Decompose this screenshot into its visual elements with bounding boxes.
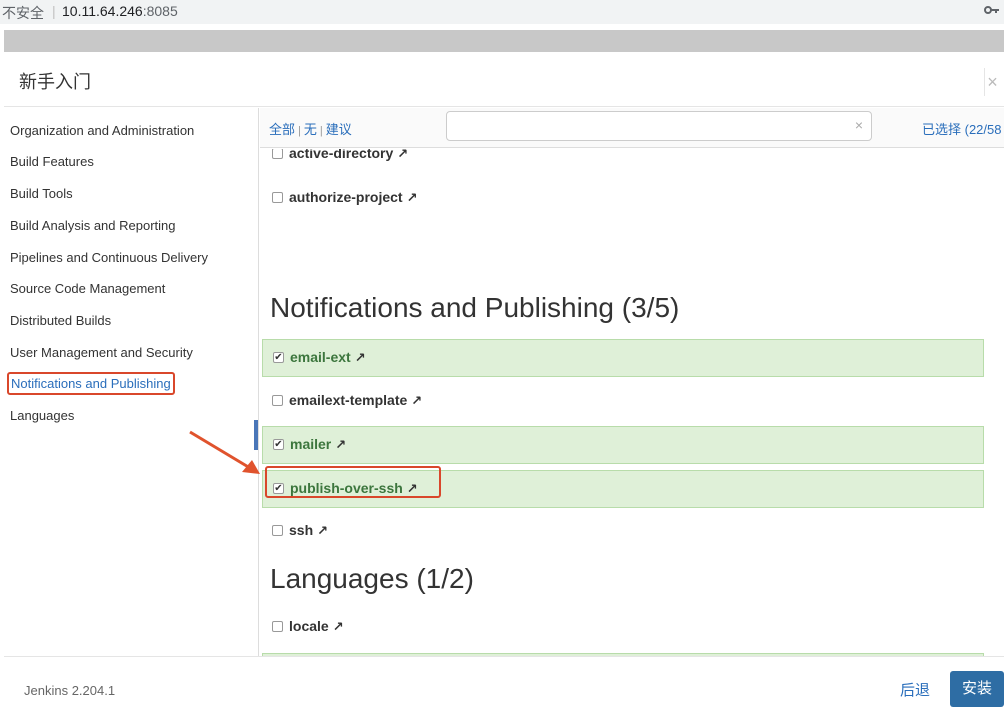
plugin-row[interactable]: authorize-project ↗ (262, 180, 984, 218)
plugin-checkbox[interactable] (272, 621, 283, 632)
link-divider: | (319, 125, 323, 137)
plugin-row-selected[interactable]: ✔ mailer ↗ (262, 426, 984, 464)
plugin-row[interactable]: emailext-template ↗ (262, 383, 984, 421)
annotation-highlight-box (265, 466, 441, 498)
plugin-row-selected[interactable]: ✔ email-ext ↗ (262, 339, 984, 377)
sidebar-item-notifications[interactable]: Notifications and Publishing (7, 372, 175, 395)
plugin-search-input[interactable]: × (446, 111, 872, 141)
jenkins-version: Jenkins 2.204.1 (24, 683, 116, 698)
plugin-name[interactable]: email-ext ↗ (290, 349, 366, 366)
category-sidebar: Organization and Administration Build Fe… (4, 108, 259, 656)
plugin-checkbox-checked[interactable]: ✔ (273, 352, 284, 363)
external-link-icon[interactable]: ↗ (407, 190, 418, 205)
plugin-checkbox[interactable] (272, 525, 283, 536)
external-link-icon[interactable]: ↗ (355, 350, 366, 365)
sidebar-item-build-features[interactable]: Build Features (10, 154, 94, 169)
dialog-footer: Jenkins 2.204.1 后退 安装 (4, 656, 1004, 720)
external-link-icon[interactable]: ↗ (411, 393, 422, 408)
plugin-name[interactable]: authorize-project ↗ (289, 189, 417, 206)
plugin-checkbox[interactable] (272, 149, 283, 159)
plugin-list[interactable]: active-directory ↗ authorize-project ↗ Not… (260, 149, 1004, 656)
plugin-row[interactable]: active-directory ↗ (262, 149, 984, 174)
plugin-name-text: authorize-project (289, 189, 403, 205)
plugin-name-text: active-directory (289, 149, 394, 161)
external-link-icon[interactable]: ↗ (397, 149, 408, 161)
select-all-link[interactable]: 全部 (269, 122, 295, 137)
selection-links: 全部 | 无 | 建议 (269, 119, 352, 138)
sidebar-item-organization[interactable]: Organization and Administration (10, 123, 194, 138)
section-heading-notifications: Notifications and Publishing (3/5) (270, 292, 680, 323)
plugin-checkbox-checked[interactable]: ✔ (273, 439, 284, 450)
insecure-label[interactable]: 不安全 (2, 3, 44, 23)
dialog-header: 新手入门 × (4, 52, 1004, 107)
key-icon-graphic (984, 6, 999, 14)
plugin-name[interactable]: locale ↗ (289, 618, 344, 635)
sidebar-item-user-management[interactable]: User Management and Security (10, 345, 193, 360)
select-suggested-link[interactable]: 建议 (326, 122, 352, 137)
plugin-name[interactable]: mailer ↗ (290, 436, 346, 453)
close-icon[interactable]: × (984, 68, 1000, 96)
plugin-row[interactable]: locale ↗ (262, 609, 984, 647)
plugin-toolbar: 全部 | 无 | 建议 × 已选择 (22/58 (260, 108, 1004, 148)
plugin-name-text: locale (289, 618, 329, 634)
selected-count[interactable]: 已选择 (22/58 (922, 119, 1001, 138)
plugin-name[interactable]: ssh ↗ (289, 522, 328, 539)
sidebar-item-build-tools[interactable]: Build Tools (10, 186, 73, 201)
external-link-icon[interactable]: ↗ (333, 619, 344, 634)
key-icon[interactable] (984, 2, 1000, 21)
url-text[interactable]: 10.11.64.246:8085 (62, 3, 178, 19)
plugin-name-text: email-ext (290, 349, 351, 365)
link-divider: | (298, 125, 301, 137)
sidebar-item-distributed-builds[interactable]: Distributed Builds (10, 313, 111, 328)
plugin-name-text: emailext-template (289, 392, 408, 408)
external-link-icon[interactable]: ↗ (335, 437, 346, 452)
plugin-name-text: ssh (289, 522, 314, 538)
plugin-checkbox[interactable] (272, 395, 283, 406)
plugin-checkbox[interactable] (272, 192, 283, 203)
address-separator: | (52, 3, 56, 19)
plugin-name-text: mailer (290, 436, 332, 452)
select-none-link[interactable]: 无 (304, 122, 317, 137)
install-button[interactable]: 安装 (950, 671, 1004, 707)
scroll-position-marker (254, 420, 258, 450)
sidebar-item-languages[interactable]: Languages (10, 408, 74, 423)
url-port: :8085 (142, 3, 178, 19)
external-link-icon[interactable]: ↗ (317, 523, 328, 538)
sidebar-item-build-analysis[interactable]: Build Analysis and Reporting (10, 218, 176, 233)
url-host: 10.11.64.246 (62, 3, 143, 19)
sidebar-item-scm[interactable]: Source Code Management (10, 281, 165, 296)
plugin-name[interactable]: emailext-template ↗ (289, 392, 422, 409)
plugin-name[interactable]: active-directory ↗ (289, 149, 408, 162)
dialog-title: 新手入门 (19, 72, 91, 92)
setup-wizard-dialog: 新手入门 × Organization and Administration B… (4, 52, 1004, 720)
modal-overlay (4, 30, 1004, 52)
plugin-row[interactable]: ssh ↗ (262, 513, 984, 551)
sidebar-item-pipelines[interactable]: Pipelines and Continuous Delivery (10, 250, 208, 265)
section-heading-languages: Languages (1/2) (270, 563, 474, 594)
address-bar[interactable]: 不安全 | 10.11.64.246:8085 (0, 0, 1004, 24)
back-button[interactable]: 后退 (900, 679, 930, 700)
clear-search-icon[interactable]: × (855, 117, 863, 133)
